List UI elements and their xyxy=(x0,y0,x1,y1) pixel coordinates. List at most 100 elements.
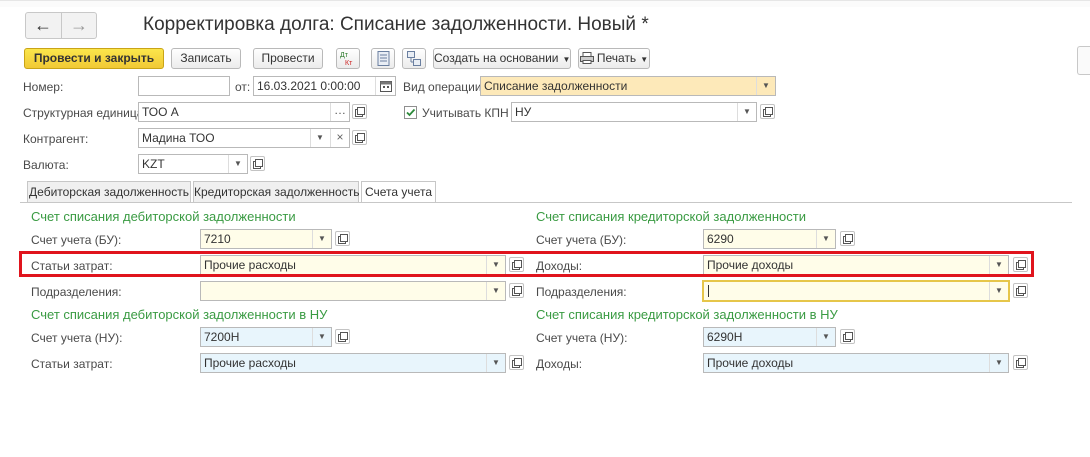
credit-account-bu-input[interactable]: 6290 ▼ xyxy=(703,229,836,249)
chevron-down-icon[interactable]: ▼ xyxy=(816,328,835,346)
structure-button[interactable] xyxy=(402,48,426,69)
page-title: Корректировка долга: Списание задолженно… xyxy=(143,14,649,35)
structural-unit-value: ТОО А xyxy=(142,105,179,119)
counterparty-label: Контрагент: xyxy=(23,132,89,146)
kpn-label: Учитывать КПН xyxy=(422,106,509,120)
create-based-on-label: Создать на основании xyxy=(434,51,559,65)
date-input[interactable]: 16.03.2021 0:00:00 xyxy=(253,76,396,96)
tab-receivables[interactable]: Дебиторская задолженность xyxy=(27,181,191,202)
checkmark-icon xyxy=(406,108,416,117)
credit-account-bu-value: 6290 xyxy=(707,232,734,246)
structural-unit-input[interactable]: ТОО А … xyxy=(138,102,350,122)
open-glyph xyxy=(1016,286,1026,296)
credit-account-nu-value: 6290Н xyxy=(707,330,743,344)
journal-button[interactable] xyxy=(371,48,395,69)
chevron-down-icon[interactable]: ▼ xyxy=(989,282,1008,300)
text-cursor xyxy=(708,285,709,297)
debit-division-label: Подразделения: xyxy=(31,285,122,299)
operation-type-value: Списание задолженности xyxy=(484,79,628,93)
date-value: 16.03.2021 0:00:00 xyxy=(257,79,361,93)
open-icon[interactable] xyxy=(250,156,265,171)
post-and-close-button[interactable]: Провести и закрыть xyxy=(24,48,164,69)
chevron-down-icon[interactable]: ▼ xyxy=(756,77,775,95)
chevron-down-icon[interactable]: ▼ xyxy=(737,103,756,121)
open-glyph xyxy=(338,332,348,342)
dt-kt-icon: Дт Кт xyxy=(340,52,353,66)
chevron-down-icon[interactable]: ▼ xyxy=(486,282,505,300)
dt-kt-button[interactable]: Дт Кт xyxy=(336,48,360,69)
debit-division-input[interactable]: ▼ xyxy=(200,281,506,301)
back-arrow-icon[interactable]: ← xyxy=(26,13,60,38)
save-button[interactable]: Записать xyxy=(171,48,241,69)
credit-income-nu-input[interactable]: Прочие доходы ▼ xyxy=(703,353,1009,373)
tab-divider xyxy=(20,202,1072,203)
chevron-down-icon[interactable]: ▼ xyxy=(310,129,329,147)
chevron-down-icon[interactable]: ▼ xyxy=(312,328,331,346)
chevron-down-icon[interactable]: ▼ xyxy=(989,354,1008,372)
debit-account-bu-input[interactable]: 7210 ▼ xyxy=(200,229,332,249)
chevron-down-icon: ▼ xyxy=(562,55,571,64)
credit-account-nu-label: Счет учета (НУ): xyxy=(536,331,628,345)
currency-label: Валюта: xyxy=(23,158,69,172)
clear-icon[interactable]: × xyxy=(330,129,349,147)
forward-arrow-icon[interactable]: → xyxy=(61,13,96,38)
debit-cost-items-nu-input[interactable]: Прочие расходы ▼ xyxy=(200,353,506,373)
open-icon[interactable] xyxy=(840,231,855,246)
debit-account-nu-input[interactable]: 7200Н ▼ xyxy=(200,327,332,347)
open-glyph xyxy=(1016,358,1026,368)
calendar-icon[interactable] xyxy=(375,77,395,95)
calendar-glyph xyxy=(379,81,392,92)
open-icon[interactable] xyxy=(1013,355,1028,370)
chevron-down-icon[interactable]: ▼ xyxy=(312,230,331,248)
print-button[interactable]: Печать ▼ xyxy=(578,48,650,69)
open-glyph xyxy=(253,159,263,169)
hierarchy-icon xyxy=(407,51,421,66)
credit-writeoff-section-title: Счет списания кредиторской задолженности xyxy=(536,209,806,224)
counterparty-value: Мадина ТОО xyxy=(142,131,215,145)
currency-value: KZT xyxy=(142,157,165,171)
more-actions-panel[interactable] xyxy=(1077,46,1090,75)
chevron-down-icon[interactable]: ▼ xyxy=(228,155,247,173)
number-input[interactable] xyxy=(138,76,230,96)
kpn-value: НУ xyxy=(515,105,532,119)
date-label: от: xyxy=(235,80,251,94)
open-icon[interactable] xyxy=(335,231,350,246)
open-icon[interactable] xyxy=(352,130,367,145)
open-icon[interactable] xyxy=(760,104,775,119)
create-based-on-button[interactable]: Создать на основании ▼ xyxy=(433,48,571,69)
debit-cost-items-nu-label: Статьи затрат: xyxy=(31,357,113,371)
debit-writeoff-nu-section-title: Счет списания дебиторской задолженности … xyxy=(31,307,328,322)
open-icon[interactable] xyxy=(335,329,350,344)
kpn-select[interactable]: НУ ▼ xyxy=(511,102,757,122)
kpn-checkbox[interactable] xyxy=(404,106,417,119)
dt-label: Дт xyxy=(340,52,349,59)
credit-division-input[interactable]: ▼ xyxy=(702,280,1010,302)
chevron-down-icon[interactable]: ▼ xyxy=(816,230,835,248)
open-icon[interactable] xyxy=(840,329,855,344)
post-button[interactable]: Провести xyxy=(253,48,323,69)
open-glyph xyxy=(843,332,853,342)
chevron-down-icon[interactable]: ▼ xyxy=(486,354,505,372)
debit-account-bu-label: Счет учета (БУ): xyxy=(31,233,122,247)
open-icon[interactable] xyxy=(509,355,524,370)
credit-income-nu-value: Прочие доходы xyxy=(707,356,794,370)
credit-account-bu-label: Счет учета (БУ): xyxy=(536,233,627,247)
highlight-box xyxy=(19,251,1034,277)
window-top-border xyxy=(0,0,1090,7)
open-icon[interactable] xyxy=(352,104,367,119)
open-icon[interactable] xyxy=(509,283,524,298)
tab-accounts[interactable]: Счета учета xyxy=(361,181,436,203)
ellipsis-icon[interactable]: … xyxy=(330,103,349,121)
operation-type-select[interactable]: Списание задолженности ▼ xyxy=(480,76,776,96)
counterparty-input[interactable]: Мадина ТОО × ▼ xyxy=(138,128,350,148)
debit-account-bu-value: 7210 xyxy=(204,232,231,246)
credit-income-nu-label: Доходы: xyxy=(536,357,583,371)
tab-payables[interactable]: Кредиторская задолженность xyxy=(193,181,359,202)
debit-cost-items-nu-value: Прочие расходы xyxy=(204,356,296,370)
credit-account-nu-input[interactable]: 6290Н ▼ xyxy=(703,327,836,347)
debit-account-nu-label: Счет учета (НУ): xyxy=(31,331,123,345)
currency-select[interactable]: KZT ▼ xyxy=(138,154,248,174)
open-glyph xyxy=(512,358,522,368)
open-icon[interactable] xyxy=(1013,283,1028,298)
kt-label: Кт xyxy=(345,60,353,66)
